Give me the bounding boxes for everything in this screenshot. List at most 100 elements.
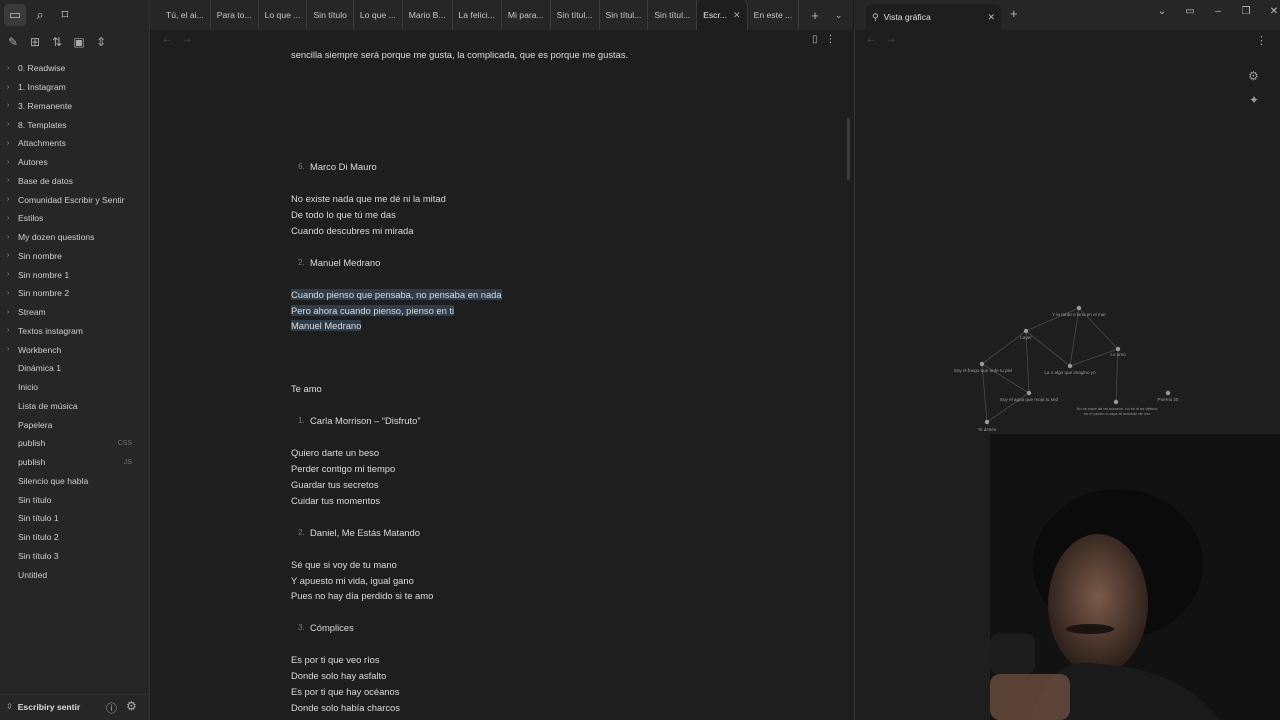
file-item[interactable]: Sin título 1 (0, 509, 149, 528)
tab-item[interactable]: Para to... (211, 0, 259, 30)
editor-nav-arrows[interactable]: ←→ (162, 34, 202, 45)
close-window-icon[interactable]: ✕ (1260, 6, 1280, 17)
tab-item[interactable]: En este ... (748, 0, 800, 30)
tab-item[interactable]: Sin título (307, 0, 354, 30)
file-item[interactable]: publish CSS (0, 434, 149, 453)
tree-item-label: Workbench (18, 344, 62, 355)
close-icon[interactable]: ✕ (733, 10, 741, 21)
graph-node[interactable] (1115, 346, 1121, 352)
tab-item[interactable]: Sin títul... (648, 0, 698, 30)
list-number: 2. (298, 258, 305, 267)
graph-node-label: La o algo que imagino yo (1044, 370, 1096, 375)
file-item[interactable]: Papelera (0, 415, 149, 434)
graph-settings-icon[interactable]: ⚙ (1248, 69, 1259, 83)
graph-node[interactable] (1067, 363, 1073, 369)
folder-item[interactable]: › Estilos (0, 209, 149, 228)
folder-item[interactable]: › Attachments (0, 134, 149, 153)
new-tab-icon[interactable]: + (811, 8, 819, 23)
tab-item[interactable]: Tú, el ai... (160, 0, 211, 30)
file-item[interactable]: Inicio (0, 378, 149, 397)
graph-icon: ⚲ (872, 11, 879, 22)
folder-item[interactable]: › Sin nombre (0, 247, 149, 266)
chevron-right-icon: › (7, 196, 10, 204)
editor-actions[interactable]: ▯⋮ (812, 34, 844, 45)
tab-graph-view[interactable]: ⚲ Vista gráfica ✕ (866, 4, 1001, 30)
sidebar-toggle-icon[interactable]: ▭ (1176, 6, 1204, 17)
more-options-icon[interactable]: ⋮ (826, 34, 844, 45)
search-icon[interactable]: ⌕ (29, 4, 51, 26)
chevron-right-icon: › (7, 139, 10, 147)
file-item[interactable]: Sin título 2 (0, 528, 149, 547)
tab-item[interactable]: Mario B... (403, 0, 453, 30)
note-text-line: Sé que si voy de tu mano (291, 559, 397, 570)
reading-view-icon[interactable]: ▯ (812, 34, 826, 45)
file-item[interactable]: publish JS (0, 453, 149, 472)
new-note-icon[interactable]: ✎ (3, 32, 23, 52)
graph-tab-label: Vista gráfica (883, 12, 931, 22)
tab-label: Sin título (313, 10, 347, 20)
folder-item[interactable]: › Autores (0, 153, 149, 172)
expand-icon[interactable]: ⇕ (91, 32, 111, 52)
tab-item[interactable]: Sin títul... (551, 0, 600, 30)
folder-item[interactable]: › Stream (0, 303, 149, 322)
collapse-icon[interactable]: ▣ (69, 32, 89, 52)
help-icon[interactable]: ⓘ (106, 700, 117, 716)
graph-node[interactable] (1023, 328, 1029, 334)
folder-item[interactable]: › Workbench (0, 340, 149, 359)
file-item[interactable]: Silencio que habla (0, 472, 149, 491)
file-item[interactable]: Sin título 3 (0, 547, 149, 566)
folder-icon[interactable]: ▭ (4, 4, 26, 26)
folder-item[interactable]: › 8. Templates (0, 115, 149, 134)
graph-node[interactable] (1076, 305, 1082, 311)
tab-list-chevron-icon[interactable]: ⌄ (835, 10, 843, 21)
graph-nav-arrows[interactable]: ←→ (866, 34, 906, 45)
sort-icon[interactable]: ⇅ (47, 32, 67, 52)
folder-item[interactable]: › My dozen questions (0, 228, 149, 247)
more-options-icon[interactable]: ⋮ (1256, 34, 1267, 47)
tab-item[interactable]: Mi para... (502, 0, 551, 30)
graph-node[interactable] (1026, 390, 1032, 396)
animate-icon[interactable]: ✦ (1249, 93, 1259, 107)
webcam-figure (990, 434, 1280, 720)
tree-item-label: Sin título (18, 494, 52, 505)
tab-item[interactable]: Escr... ✕ (697, 0, 748, 30)
vault-switcher[interactable]: ⇳ Escribiry sentir ⓘ ⚙ (0, 694, 149, 718)
graph-node[interactable] (979, 361, 985, 367)
folder-item[interactable]: › Textos instagram (0, 322, 149, 341)
tab-item[interactable]: La felici... (453, 0, 502, 30)
new-folder-icon[interactable]: ⊞ (25, 32, 45, 52)
close-icon[interactable]: ✕ (987, 12, 995, 23)
tab-item[interactable]: Sin títul... (600, 0, 649, 30)
graph-node[interactable] (1165, 390, 1171, 396)
file-item[interactable]: Dinámica 1 (0, 359, 149, 378)
folder-item[interactable]: › 1. Instagram (0, 78, 149, 97)
editor-scrollbar[interactable] (847, 118, 850, 180)
graph-node-label: Layer (1020, 335, 1032, 340)
folder-item[interactable]: › 3. Remanente (0, 97, 149, 116)
tree-item-label: Sin título 1 (18, 513, 59, 524)
graph-node[interactable] (984, 419, 990, 425)
file-item[interactable]: Lista de música (0, 397, 149, 416)
settings-gear-icon[interactable]: ⚙ (126, 699, 137, 713)
file-item[interactable]: Sin título (0, 490, 149, 509)
folder-item[interactable]: › 0. Readwise (0, 59, 149, 78)
maximize-icon[interactable]: ❐ (1232, 6, 1260, 17)
chevron-down-icon[interactable]: ⌄ (1148, 6, 1176, 17)
folder-item[interactable]: › Comunidad Escribir y Sentir (0, 190, 149, 209)
folder-item[interactable]: › Base de datos (0, 172, 149, 191)
tree-item-label: 0. Readwise (18, 63, 66, 74)
graph-canvas[interactable]: Y la tarde o luna en el mar Layer Lo amo So… (940, 298, 1220, 434)
folder-item[interactable]: › Sin nombre 2 (0, 284, 149, 303)
file-explorer-actions: ✎ ⊞ ⇅ ▣ ⇕ (0, 31, 149, 53)
new-tab-icon[interactable]: + (1010, 6, 1018, 21)
minimize-icon[interactable]: – (1204, 6, 1232, 17)
chevron-right-icon: › (7, 83, 10, 91)
tab-item[interactable]: Lo que ... (354, 0, 403, 30)
tree-item-label: Sin título 2 (18, 532, 59, 543)
folder-item[interactable]: › Sin nombre 1 (0, 265, 149, 284)
tab-item[interactable]: Lo que ... (259, 0, 308, 30)
file-item[interactable]: Untitled (0, 565, 149, 584)
note-text-line: Es por ti que veo ríos (291, 654, 380, 665)
graph-node[interactable] (1113, 399, 1119, 405)
bookmark-icon[interactable]: ⌑ (54, 4, 76, 26)
